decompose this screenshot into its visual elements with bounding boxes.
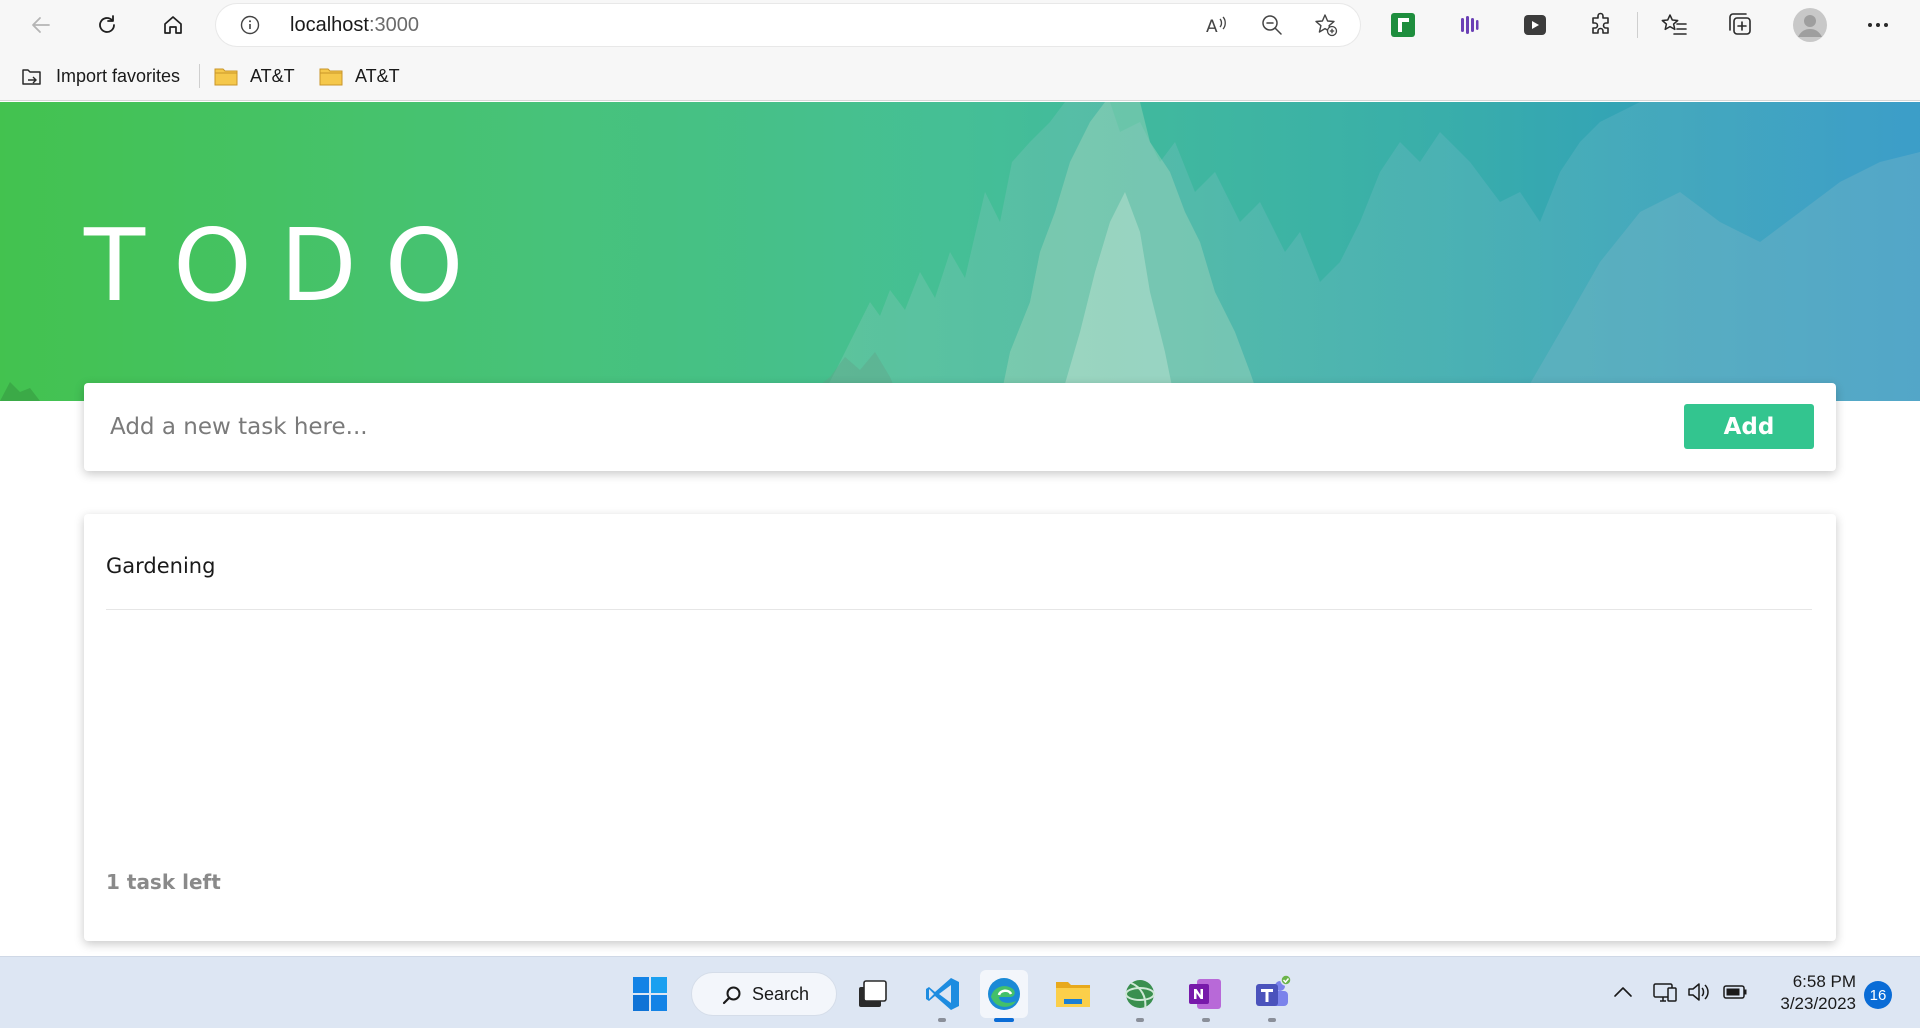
home-button[interactable] xyxy=(153,5,193,45)
refresh-button[interactable] xyxy=(87,5,127,45)
add-task-button[interactable]: Add xyxy=(1684,404,1814,449)
browser-toolbar: localhost:3000 A xyxy=(0,0,1920,50)
volume-icon[interactable] xyxy=(1686,979,1712,1005)
taskbar-app-onenote[interactable] xyxy=(1182,970,1230,1022)
import-favorites-icon xyxy=(22,69,41,85)
favorite-label: AT&T xyxy=(250,65,295,86)
windows-start-icon xyxy=(633,977,667,1011)
settings-more-icon[interactable] xyxy=(1864,11,1892,39)
address-bar[interactable]: localhost:3000 A xyxy=(216,4,1360,46)
add-favorite-icon[interactable] xyxy=(1314,13,1338,37)
svg-text:A: A xyxy=(1206,17,1218,37)
taskbar-app-globe[interactable] xyxy=(1116,970,1164,1022)
taskbar-app-edge[interactable] xyxy=(980,970,1028,1022)
task-item[interactable]: Gardening xyxy=(106,550,1812,610)
collections-icon[interactable] xyxy=(1726,11,1754,39)
teams-icon xyxy=(1256,974,1292,1006)
read-aloud-icon[interactable]: A xyxy=(1204,13,1228,37)
task-view-button[interactable] xyxy=(848,970,896,1018)
taskbar-app-file-explorer[interactable] xyxy=(1049,970,1097,1018)
favorites-divider xyxy=(199,64,200,88)
refresh-icon xyxy=(99,15,115,33)
site-info-icon[interactable] xyxy=(240,15,260,35)
favorites-icon[interactable] xyxy=(1660,11,1688,39)
onenote-icon xyxy=(1189,979,1221,1009)
running-indicator xyxy=(1136,1018,1144,1022)
running-indicator xyxy=(994,1018,1014,1022)
extension-green-icon[interactable] xyxy=(1389,11,1417,39)
windows-taskbar: Search 6:58 PM 3/23/2023 16 xyxy=(0,956,1920,1028)
profile-avatar-icon[interactable] xyxy=(1793,8,1827,42)
chevron-up-icon[interactable] xyxy=(1610,979,1636,1005)
new-task-form: Add xyxy=(84,383,1836,471)
url-port: :3000 xyxy=(368,14,419,36)
task-list-card: Gardening 1 task left xyxy=(84,514,1836,941)
extensions-puzzle-icon[interactable] xyxy=(1587,11,1615,39)
battery-icon[interactable] xyxy=(1722,979,1748,1005)
extension-media-icon[interactable] xyxy=(1521,11,1549,39)
start-button[interactable] xyxy=(626,970,674,1018)
clock-time: 6:58 PM xyxy=(1792,972,1856,991)
favorite-folder-att[interactable]: AT&T xyxy=(319,63,400,89)
running-indicator xyxy=(938,1018,946,1022)
clock-date: 3/23/2023 xyxy=(1780,994,1856,1013)
globe-app-icon xyxy=(1125,980,1155,1010)
task-view-icon xyxy=(859,980,887,1007)
running-indicator xyxy=(1202,1018,1210,1022)
folder-icon xyxy=(319,68,343,86)
edge-icon xyxy=(988,978,1020,1010)
zoom-out-icon[interactable] xyxy=(1260,13,1284,37)
file-explorer-icon xyxy=(1056,982,1090,1007)
tasks-remaining-count: 1 task left xyxy=(106,870,221,894)
folder-icon xyxy=(214,68,238,86)
taskbar-app-teams[interactable] xyxy=(1248,970,1296,1022)
search-label: Search xyxy=(752,984,810,1004)
favorite-label: Import favorites xyxy=(56,65,181,86)
toolbar-divider xyxy=(1637,12,1638,38)
favorites-bar: Import favorites AT&T AT&T xyxy=(0,50,1920,101)
vscode-icon xyxy=(926,978,959,1010)
extension-purple-icon[interactable] xyxy=(1455,11,1483,39)
taskbar-search[interactable]: Search xyxy=(691,972,837,1016)
system-clock[interactable]: 6:58 PM 3/23/2023 xyxy=(1756,971,1856,1015)
favorite-label: AT&T xyxy=(355,65,400,86)
search-icon xyxy=(722,986,741,1005)
taskbar-app-vscode[interactable] xyxy=(918,970,966,1022)
back-arrow-icon xyxy=(32,17,50,33)
hero-banner: TODO xyxy=(0,102,1920,401)
running-indicator xyxy=(1268,1018,1276,1022)
page-title: TODO xyxy=(84,207,492,324)
url-host: localhost xyxy=(290,14,369,36)
url-text[interactable]: localhost:3000 xyxy=(290,14,419,37)
notification-badge[interactable]: 16 xyxy=(1864,981,1892,1009)
task-text: Gardening xyxy=(106,554,216,578)
network-icon[interactable] xyxy=(1652,979,1678,1005)
favorite-folder-att[interactable]: AT&T xyxy=(214,63,295,89)
favorite-import[interactable]: Import favorites xyxy=(20,63,180,89)
back-button[interactable] xyxy=(21,5,61,45)
new-task-input[interactable] xyxy=(110,405,1650,449)
home-icon xyxy=(164,16,182,34)
